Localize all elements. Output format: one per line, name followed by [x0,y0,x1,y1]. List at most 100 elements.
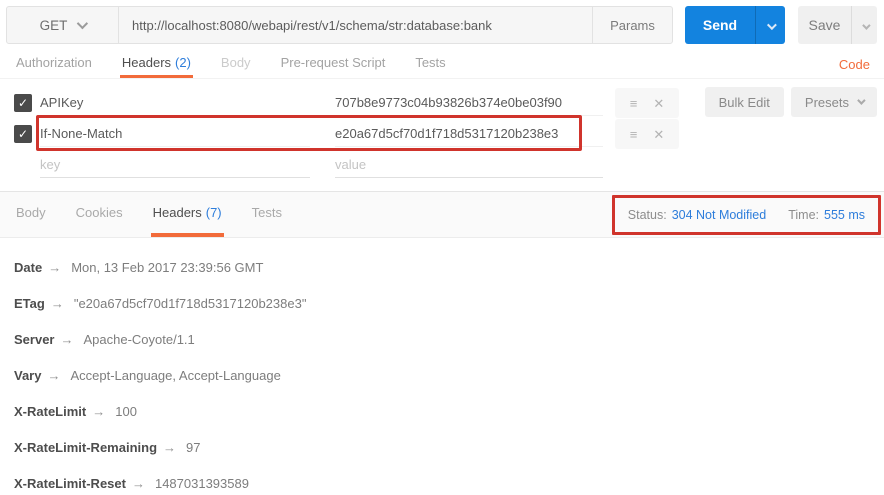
header-key-input[interactable] [40,90,310,116]
header-name: Vary [14,366,41,386]
save-button-group: Save [798,6,877,44]
close-icon[interactable]: ✕ [653,128,664,141]
chevron-down-icon [857,96,865,104]
response-tab-cookies[interactable]: Cookies [74,192,125,237]
checkbox-checked[interactable]: ✓ [14,94,32,112]
header-value: Accept-Language, Accept-Language [70,366,280,386]
time-label: Time: [788,208,819,222]
bulk-edit-button[interactable]: Bulk Edit [705,87,784,117]
send-dropdown-button[interactable] [755,6,785,44]
tab-label: Tests [252,205,282,220]
time-pair: Time: 555 ms [788,208,865,222]
header-name: X-RateLimit [14,402,86,422]
request-tabs: Authorization Headers (2) Body Pre-reque… [0,50,884,79]
tab-label: Tests [415,55,445,70]
status-label: Status: [628,208,667,222]
response-headers-list: Date → Mon, 13 Feb 2017 23:39:56 GMT ETa… [0,238,884,494]
header-value: 97 [186,438,200,458]
tab-label: Authorization [16,55,92,70]
header-name: Date [14,258,42,278]
response-header-x-ratelimit: X-RateLimit → 100 [14,402,870,422]
header-value: 100 [115,402,137,422]
params-button[interactable]: Params [592,7,672,43]
time-value: 555 ms [824,208,865,222]
tab-label: Body [221,55,251,70]
request-bar: GET Params Send Save [0,0,884,50]
code-label: Code [839,57,870,72]
header-name: ETag [14,294,45,314]
header-row-new [0,150,884,180]
status-value: 304 Not Modified [672,208,767,222]
new-header-key-input[interactable] [40,152,310,178]
url-input[interactable] [132,18,592,33]
tab-tests[interactable]: Tests [413,50,447,78]
header-name: Server [14,330,54,350]
tab-label: Headers [122,55,171,70]
arrow-right-icon: → [51,294,64,314]
arrow-right-icon: → [60,330,73,350]
method-select[interactable]: GET [7,7,119,43]
response-tab-tests[interactable]: Tests [250,192,284,237]
tab-label: Headers [153,205,202,220]
presets-button[interactable]: Presets [791,87,877,117]
presets-label: Presets [805,95,849,110]
checkbox-checked[interactable]: ✓ [14,125,32,143]
params-label: Params [610,18,655,33]
header-value: 1487031393589 [155,474,249,494]
arrow-right-icon: → [48,258,61,278]
drag-handle-icon[interactable]: ≡ [630,128,638,141]
chevron-down-icon [767,20,777,30]
header-value: Mon, 13 Feb 2017 23:39:56 GMT [71,258,263,278]
response-header-x-ratelimit-reset: X-RateLimit-Reset → 1487031393589 [14,474,870,494]
tab-pre-request-script[interactable]: Pre-request Script [279,50,388,78]
response-tabs: Body Cookies Headers (7) Tests Status: 3… [0,191,884,238]
response-header-x-ratelimit-remaining: X-RateLimit-Remaining → 97 [14,438,870,458]
drag-handle-icon[interactable]: ≡ [630,97,638,110]
code-link[interactable]: Code [839,50,870,78]
arrow-right-icon: → [132,474,145,494]
header-value-input[interactable] [335,90,603,116]
send-button-group: Send [685,6,785,44]
save-dropdown-button[interactable] [851,6,877,44]
url-input-wrap [119,7,592,43]
tab-label: Body [16,205,46,220]
header-name: X-RateLimit-Remaining [14,438,157,458]
header-value: "e20a67d5cf70d1f718d5317120b238e3" [74,294,307,314]
tab-authorization[interactable]: Authorization [14,50,94,78]
tab-count: (2) [175,55,191,70]
tab-headers[interactable]: Headers (2) [120,50,193,78]
header-key-input[interactable] [40,121,310,147]
response-header-date: Date → Mon, 13 Feb 2017 23:39:56 GMT [14,258,870,278]
tab-count: (7) [206,205,222,220]
tab-label: Pre-request Script [281,55,386,70]
header-name: X-RateLimit-Reset [14,474,126,494]
arrow-right-icon: → [163,438,176,458]
arrow-right-icon: → [92,402,105,422]
tab-body[interactable]: Body [219,50,253,78]
postman-window: GET Params Send Save Authorization [0,0,884,495]
response-tab-headers[interactable]: Headers (7) [151,192,224,237]
header-value: Apache-Coyote/1.1 [83,330,194,350]
send-button[interactable]: Send [685,6,755,44]
response-header-vary: Vary → Accept-Language, Accept-Language [14,366,870,386]
response-header-server: Server → Apache-Coyote/1.1 [14,330,870,350]
editor-side-buttons: Bulk Edit Presets [705,87,877,117]
save-button[interactable]: Save [798,6,851,44]
headers-editor: ✓ ≡ ✕ ✓ ≡ ✕ Bulk Edit Pr [0,79,884,191]
arrow-right-icon: → [47,366,60,386]
row-actions: ≡ ✕ [615,88,679,118]
method-label: GET [40,18,68,33]
header-value-input[interactable] [335,121,603,147]
close-icon[interactable]: ✕ [653,97,664,110]
new-header-value-input[interactable] [335,152,603,178]
tab-label: Cookies [76,205,123,220]
response-tab-body[interactable]: Body [14,192,48,237]
chevron-down-icon [862,21,870,29]
row-actions: ≡ ✕ [615,119,679,149]
status-annotation-box: Status: 304 Not Modified Time: 555 ms [612,195,881,235]
chevron-down-icon [77,18,88,29]
status-pair: Status: 304 Not Modified [628,208,766,222]
url-container: GET Params [6,6,673,44]
response-header-etag: ETag → "e20a67d5cf70d1f718d5317120b238e3… [14,294,870,314]
header-row-if-none-match: ✓ ≡ ✕ [0,119,884,149]
